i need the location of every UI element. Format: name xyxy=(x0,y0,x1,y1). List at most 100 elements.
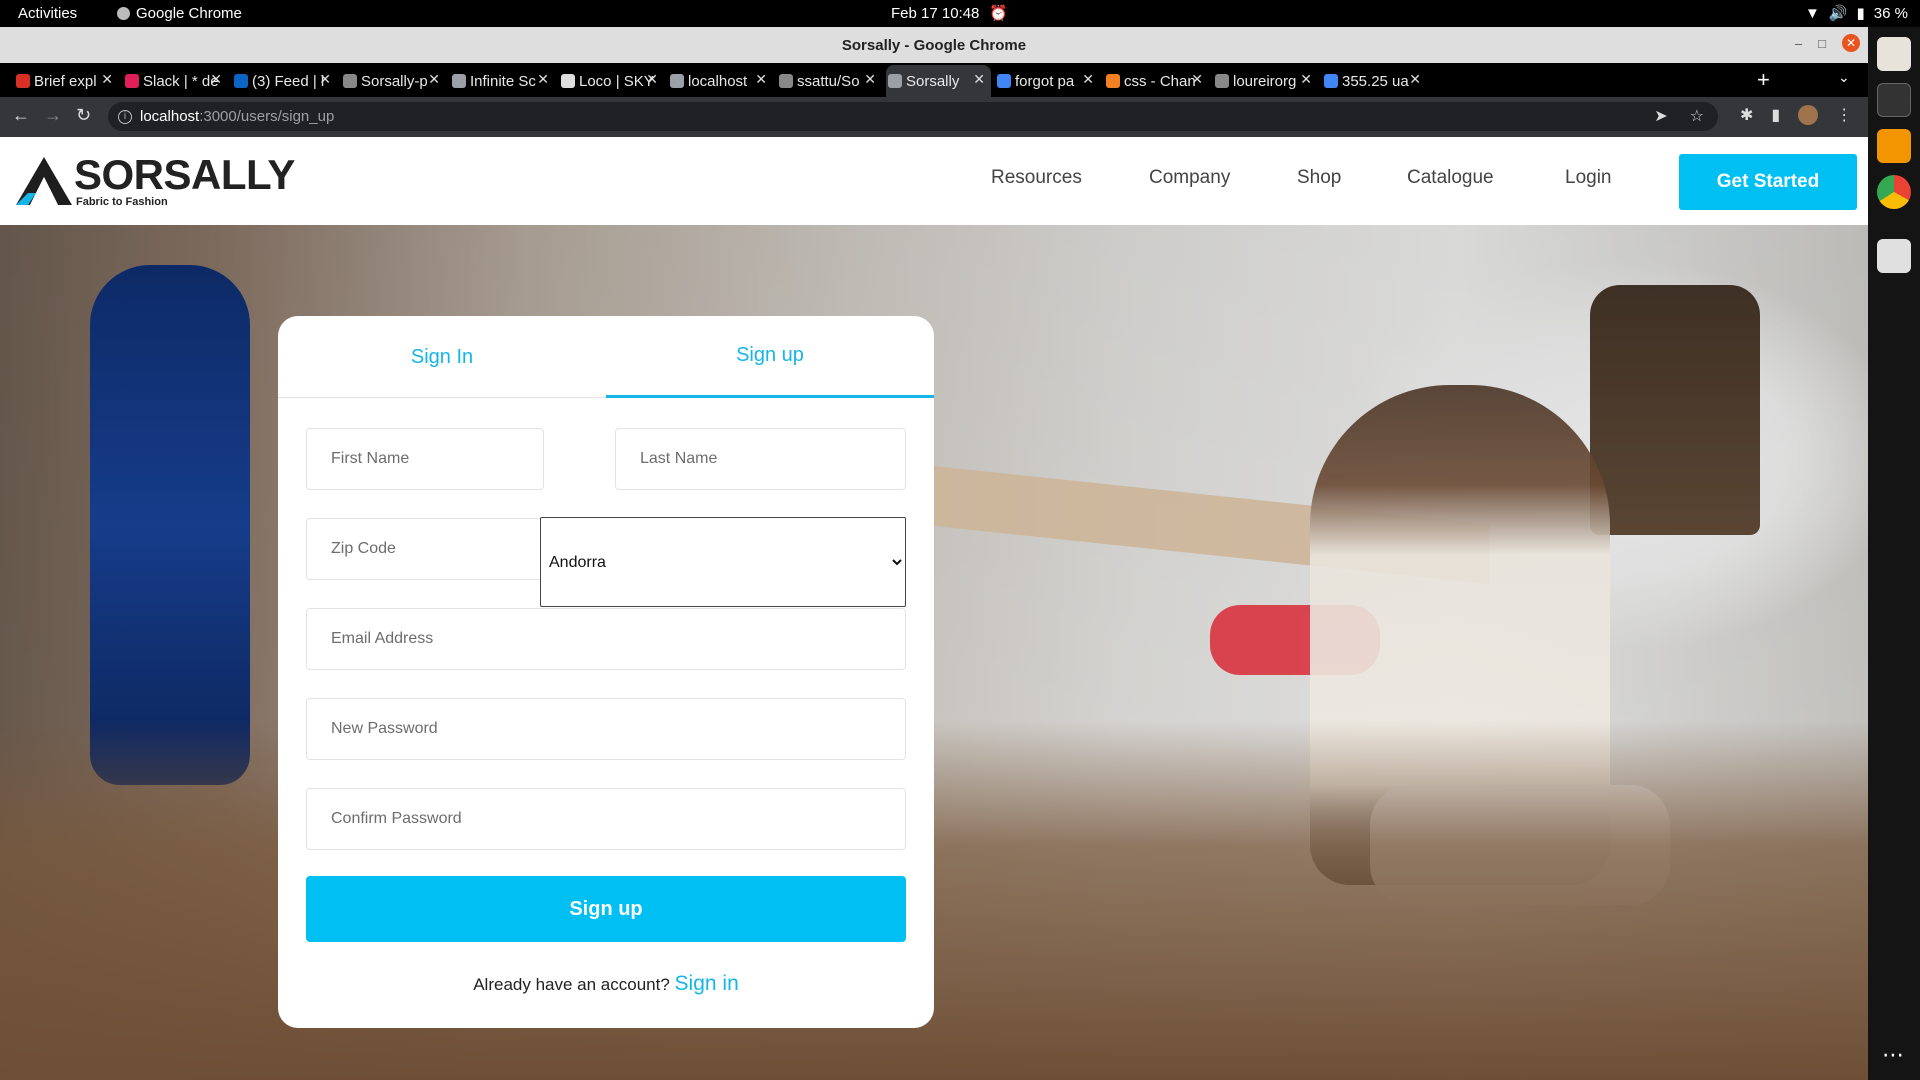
page-viewport: SORSALLY Fabric to Fashion Resources Com… xyxy=(0,137,1868,1080)
tab-close-icon[interactable]: ✕ xyxy=(1409,71,1421,88)
tab-favicon-icon xyxy=(670,74,684,88)
tab-favicon-icon xyxy=(888,74,902,88)
tab-favicon-icon xyxy=(125,74,139,88)
tab-strip: + ⌄ Brief expl ✕ Slack | * de ✕ (3) Feed | l… xyxy=(0,63,1868,97)
sign-in-link[interactable]: Sign in xyxy=(675,972,739,995)
get-started-button[interactable]: Get Started xyxy=(1679,154,1857,210)
browser-tab[interactable]: Slack | * de ✕ xyxy=(123,65,228,97)
mannequin-vest xyxy=(1590,285,1760,535)
forward-icon[interactable]: → xyxy=(44,105,62,126)
close-window-icon[interactable]: ✕ xyxy=(1842,34,1860,52)
site-header: SORSALLY Fabric to Fashion Resources Com… xyxy=(0,137,1868,225)
confirm-password-field[interactable] xyxy=(306,788,906,850)
tab-search-icon[interactable]: ⌄ xyxy=(1838,69,1850,86)
reload-icon[interactable]: ↻ xyxy=(76,105,91,126)
zip-code-field[interactable] xyxy=(306,518,544,580)
tab-close-icon[interactable]: ✕ xyxy=(210,71,222,88)
sign-up-button[interactable]: Sign up xyxy=(306,876,906,942)
trash-icon[interactable] xyxy=(1877,239,1911,273)
nav-shop[interactable]: Shop xyxy=(1297,167,1341,189)
tab-close-icon[interactable]: ✕ xyxy=(973,71,985,88)
app-name: Google Chrome xyxy=(136,5,242,22)
nav-login[interactable]: Login xyxy=(1565,167,1612,189)
activities-button[interactable]: Activities xyxy=(18,5,77,22)
tab-favicon-icon xyxy=(779,74,793,88)
tab-sign-up[interactable]: Sign up xyxy=(606,316,934,398)
window-controls: – □ ✕ xyxy=(1795,34,1860,52)
terminal-icon[interactable] xyxy=(1877,83,1911,117)
tab-close-icon[interactable]: ✕ xyxy=(319,71,331,88)
browser-tab[interactable]: 355.25 ua ✕ xyxy=(1322,65,1427,97)
files-icon[interactable] xyxy=(1877,37,1911,71)
minimize-icon[interactable]: – xyxy=(1795,36,1802,51)
wifi-icon: ▼ xyxy=(1804,4,1820,22)
clock[interactable]: Feb 17 10:48 ⏰ xyxy=(891,4,1008,23)
nav-resources[interactable]: Resources xyxy=(991,167,1082,189)
volume-icon: 🔊 xyxy=(1828,5,1848,22)
tab-close-icon[interactable]: ✕ xyxy=(755,71,767,88)
nav-catalogue[interactable]: Catalogue xyxy=(1407,167,1494,189)
browser-tab[interactable]: css - Chan ✕ xyxy=(1104,65,1209,97)
site-logo[interactable]: SORSALLY Fabric to Fashion xyxy=(14,151,295,209)
datetime: Feb 17 10:48 xyxy=(891,4,980,22)
browser-tab[interactable]: localhost ✕ xyxy=(668,65,773,97)
send-icon[interactable]: ➤ xyxy=(1654,106,1667,126)
profile-avatar[interactable] xyxy=(1798,105,1819,125)
address-bar[interactable]: i localhost:3000/users/sign_up ➤ ☆ xyxy=(108,102,1718,131)
browser-tab[interactable]: Sorsally ✕ xyxy=(886,65,991,97)
tab-favicon-icon xyxy=(1215,74,1229,88)
browser-tab[interactable]: ssattu/So ✕ xyxy=(777,65,882,97)
signin-prompt: Already have an account? Sign in xyxy=(278,972,934,996)
tab-close-icon[interactable]: ✕ xyxy=(646,71,658,88)
site-info-icon[interactable]: i xyxy=(118,109,132,124)
chrome-dock-icon[interactable] xyxy=(1877,175,1911,209)
battery-level: 36 % xyxy=(1873,4,1908,22)
first-name-field[interactable] xyxy=(306,428,544,490)
show-apps-icon[interactable]: ⋯ xyxy=(1882,1042,1904,1068)
url-host: localhost xyxy=(140,108,200,125)
mannequin-dress xyxy=(90,265,250,785)
tab-close-icon[interactable]: ✕ xyxy=(1082,71,1094,88)
browser-tab[interactable]: Loco | SKY ✕ xyxy=(559,65,664,97)
tab-favicon-icon xyxy=(234,74,248,88)
tab-sign-in[interactable]: Sign In xyxy=(278,316,606,398)
browser-window: Sorsally - Google Chrome – □ ✕ + ⌄ Brief… xyxy=(0,27,1868,1080)
chrome-menu-icon[interactable]: ⋮ xyxy=(1836,105,1852,125)
browser-tab[interactable]: Brief expl ✕ xyxy=(14,65,119,97)
browser-tab[interactable]: forgot pa ✕ xyxy=(995,65,1100,97)
tab-close-icon[interactable]: ✕ xyxy=(1300,71,1312,88)
system-tray[interactable]: ▼ 🔊 ▮ 36 % xyxy=(1804,4,1908,23)
logo-mark-icon xyxy=(16,157,72,205)
browser-tab[interactable]: Infinite Sc ✕ xyxy=(450,65,555,97)
browser-tab[interactable]: loureirorg ✕ xyxy=(1213,65,1318,97)
tab-close-icon[interactable]: ✕ xyxy=(428,71,440,88)
side-panel-icon[interactable]: ▮ xyxy=(1771,105,1780,125)
battery-icon: ▮ xyxy=(1856,5,1865,22)
system-top-bar: Activities Google Chrome Feb 17 10:48 ⏰ … xyxy=(0,0,1920,27)
brand-name: SORSALLY xyxy=(74,151,295,198)
extensions-icon[interactable]: ✱ xyxy=(1740,105,1753,125)
email-field[interactable] xyxy=(306,608,906,670)
ubuntu-dock: ⋯ xyxy=(1868,27,1920,1080)
tab-favicon-icon xyxy=(16,74,30,88)
sublime-text-icon[interactable] xyxy=(1877,129,1911,163)
browser-toolbar: ← → ↻ i localhost:3000/users/sign_up ➤ ☆… xyxy=(0,97,1868,137)
last-name-field[interactable] xyxy=(615,428,906,490)
browser-tab[interactable]: Sorsally-p ✕ xyxy=(341,65,446,97)
tab-close-icon[interactable]: ✕ xyxy=(101,71,113,88)
bookmark-star-icon[interactable]: ☆ xyxy=(1690,106,1704,126)
maximize-icon[interactable]: □ xyxy=(1818,36,1826,51)
nav-company[interactable]: Company xyxy=(1149,167,1230,189)
tab-close-icon[interactable]: ✕ xyxy=(537,71,549,88)
back-icon[interactable]: ← xyxy=(12,105,30,126)
tab-close-icon[interactable]: ✕ xyxy=(1191,71,1203,88)
window-title: Sorsally - Google Chrome xyxy=(841,37,1027,54)
window-titlebar[interactable]: Sorsally - Google Chrome – □ ✕ xyxy=(0,27,1868,63)
browser-tab[interactable]: (3) Feed | l ✕ xyxy=(232,65,337,97)
signin-prompt-text: Already have an account? xyxy=(473,975,670,994)
new-password-field[interactable] xyxy=(306,698,906,760)
app-menu[interactable]: Google Chrome xyxy=(117,5,242,22)
new-tab-icon[interactable]: + xyxy=(1757,65,1770,95)
country-select[interactable]: Andorra xyxy=(540,517,906,607)
tab-close-icon[interactable]: ✕ xyxy=(864,71,876,88)
